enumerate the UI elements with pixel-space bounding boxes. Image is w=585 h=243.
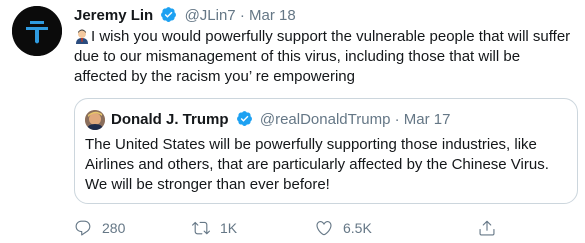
avatar-logo-icon [12,6,62,56]
share-icon [479,220,495,236]
emoji-icon [74,28,90,44]
verified-icon [236,110,253,133]
reply-count: 280 [102,220,126,236]
reply-button[interactable]: 280 [74,218,125,238]
quoted-tweet-header: Donald J. Trump @realDonaldTrump · Mar 1… [111,110,450,133]
verified-icon [160,6,177,29]
reply-icon [75,220,91,236]
tweet-text: I wish you would powerfully support the … [74,28,571,85]
retweet-count: 1K [220,220,238,236]
tweet-date[interactable]: Mar 18 [249,7,296,24]
quoted-tweet-date[interactable]: Mar 17 [404,111,451,128]
retweet-icon [192,221,210,235]
like-count: 6.5K [343,220,372,236]
like-icon [316,221,332,236]
share-button[interactable] [478,218,496,238]
like-button[interactable]: 6.5K [315,218,372,238]
quoted-tweet-card[interactable]: Donald J. Trump @realDonaldTrump · Mar 1… [74,98,578,204]
author-name[interactable]: Jeremy Lin [74,7,153,24]
quoted-tweet-text: The United States will be powerfully sup… [85,136,549,193]
author-handle[interactable]: @JLin7 [185,7,236,24]
author-avatar[interactable] [12,6,62,56]
quoted-author-avatar[interactable] [85,110,105,130]
quoted-author-name[interactable]: Donald J. Trump [111,111,229,128]
header-separator: · [239,7,245,24]
quoted-author-handle[interactable]: @realDonaldTrump [260,111,391,128]
tweet-header: Jeremy Lin @JLin7 · Mar 18 [74,6,296,29]
quoted-header-separator: · [394,111,400,128]
retweet-button[interactable]: 1K [192,218,237,238]
tweet-body: I wish you would powerfully support the … [74,27,574,87]
